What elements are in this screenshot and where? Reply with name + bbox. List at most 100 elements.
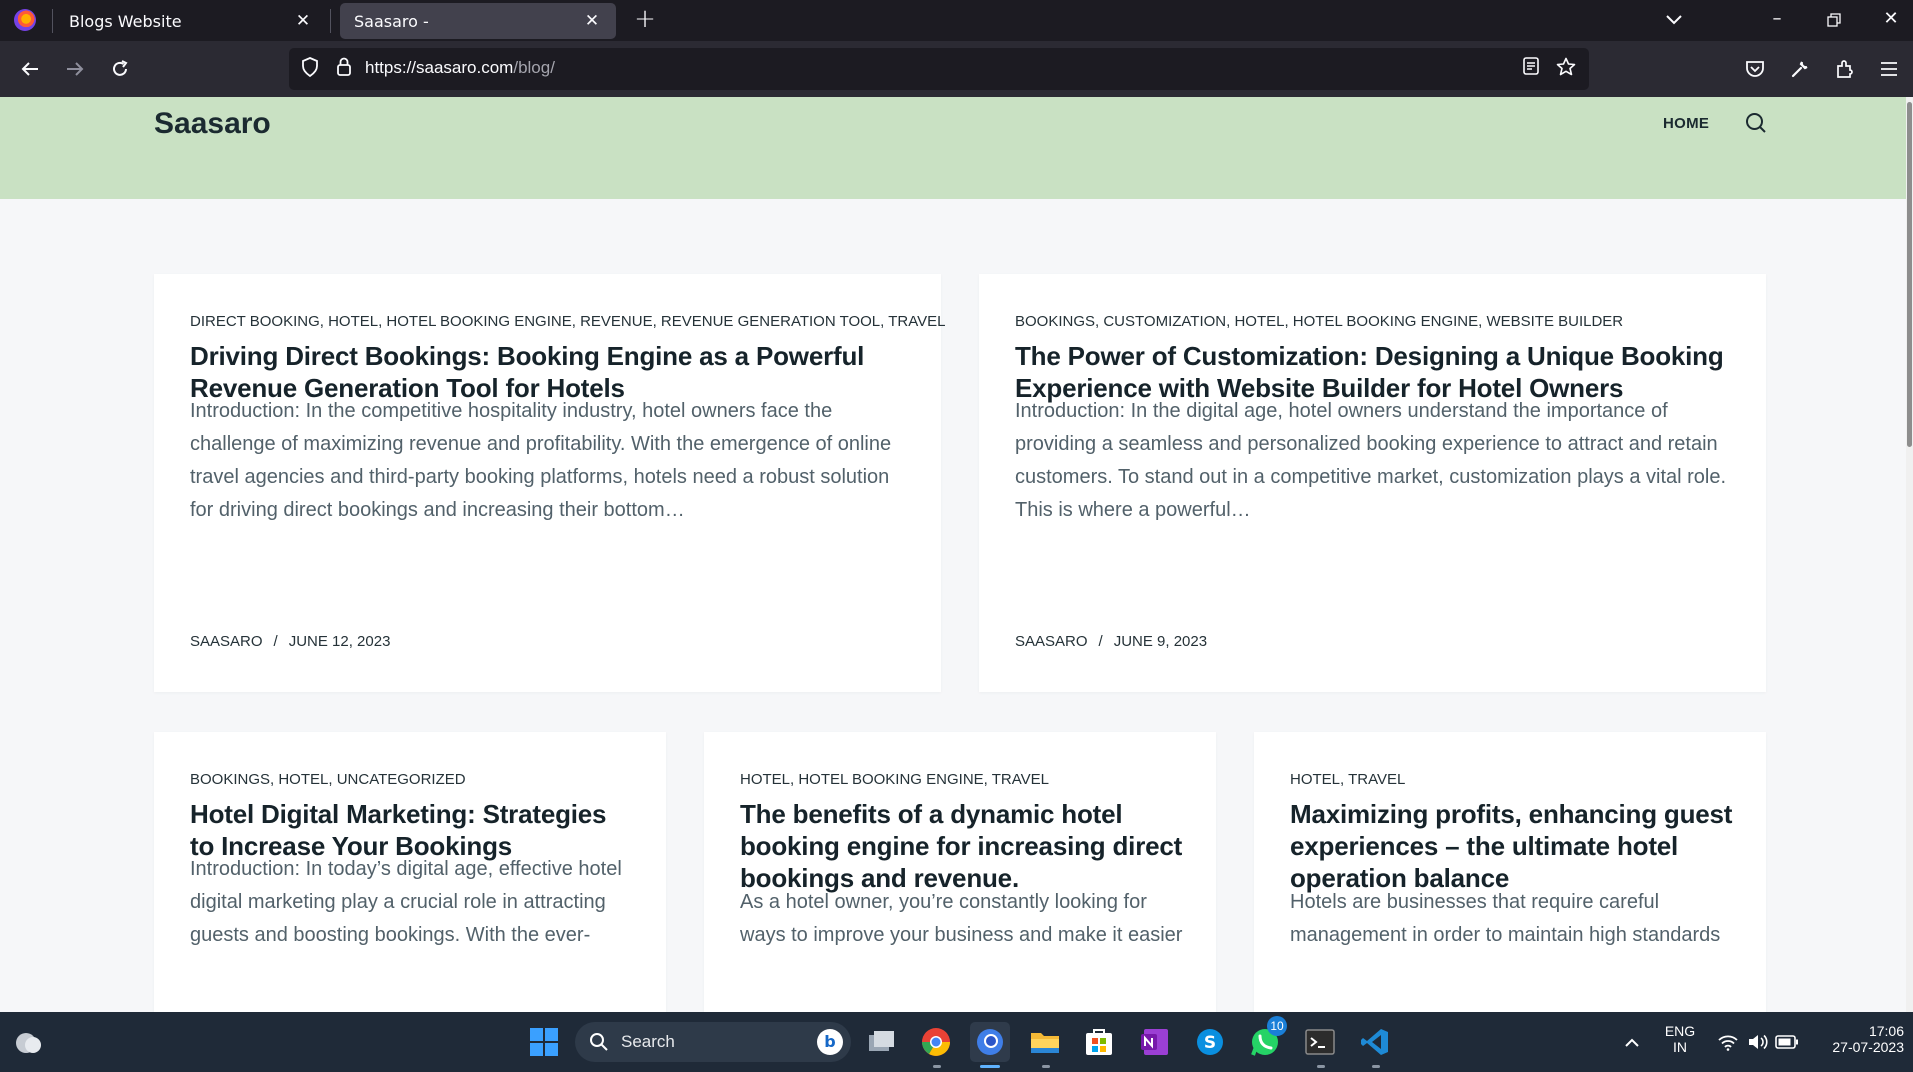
volume-icon[interactable] xyxy=(1743,1022,1773,1062)
post-author[interactable]: SAASARO xyxy=(190,633,263,650)
weather-widget-icon[interactable] xyxy=(8,1022,48,1062)
site-title[interactable]: Saasaro xyxy=(154,107,271,141)
tab-title: Saasaro - xyxy=(354,11,429,31)
list-all-tabs-chevron-icon[interactable] xyxy=(1652,0,1696,41)
post-card: BOOKINGS, HOTEL, UNCATEGORIZED Hotel Dig… xyxy=(154,732,666,1012)
post-author[interactable]: SAASARO xyxy=(1015,633,1088,650)
wifi-icon[interactable] xyxy=(1713,1022,1743,1062)
minimize-icon[interactable]: – xyxy=(1755,0,1799,41)
post-categories[interactable]: BOOKINGS, HOTEL, UNCATEGORIZED xyxy=(190,771,466,788)
bing-icon[interactable]: b xyxy=(817,1029,843,1055)
post-excerpt: Introduction: In the competitive hospita… xyxy=(190,395,891,527)
search-label: Search xyxy=(621,1032,675,1051)
post-categories[interactable]: BOOKINGS, CUSTOMIZATION, HOTEL, HOTEL BO… xyxy=(1015,313,1623,330)
reload-icon[interactable] xyxy=(104,53,136,85)
post-card: BOOKINGS, CUSTOMIZATION, HOTEL, HOTEL BO… xyxy=(979,274,1766,692)
clock[interactable]: 17:06 27-07-2023 xyxy=(1810,1023,1910,1055)
post-title[interactable]: Maximizing profits, enhancing guest expe… xyxy=(1290,798,1732,894)
tab-saasaro[interactable]: Saasaro - ✕ xyxy=(340,3,616,39)
whatsapp-icon[interactable]: 10 xyxy=(1245,1016,1287,1062)
lock-icon[interactable] xyxy=(332,57,356,81)
excerpt-line: challenge of maximizing revenue and prof… xyxy=(190,433,892,455)
address-bar[interactable]: https://saasaro.com/blog/ xyxy=(289,48,1589,90)
post-excerpt: Introduction: In the digital age, hotel … xyxy=(1015,395,1726,527)
vscode-icon[interactable] xyxy=(1355,1022,1395,1062)
svg-text:S: S xyxy=(1204,1033,1216,1053)
terminal-icon[interactable] xyxy=(1300,1022,1340,1062)
language-code: ENG xyxy=(1664,1023,1696,1039)
shield-icon[interactable] xyxy=(298,57,322,81)
search-icon xyxy=(589,1032,609,1056)
chrome-icon[interactable] xyxy=(916,1022,956,1062)
post-card: HOTEL, TRAVEL Maximizing profits, enhanc… xyxy=(1254,732,1766,1012)
tab-title: Blogs Website xyxy=(69,11,182,31)
file-explorer-icon[interactable] xyxy=(1025,1022,1065,1062)
task-view-icon[interactable] xyxy=(862,1022,902,1062)
post-title-line: The benefits of a dynamic hotel xyxy=(740,799,1123,829)
search-icon[interactable] xyxy=(1744,111,1768,135)
excerpt-line: customers. To stand out in a competitive… xyxy=(1015,466,1727,488)
excerpt-line: Introduction: In the competitive hospita… xyxy=(190,400,833,422)
microsoft-store-icon[interactable] xyxy=(1079,1022,1119,1062)
close-tab-icon[interactable]: ✕ xyxy=(582,11,602,31)
hamburger-menu-icon[interactable] xyxy=(1873,53,1905,85)
show-hidden-icons-chevron-icon[interactable] xyxy=(1615,1022,1649,1062)
post-title[interactable]: The benefits of a dynamic hotel booking … xyxy=(740,798,1182,894)
skype-icon[interactable]: S xyxy=(1190,1022,1230,1062)
windows-start-icon[interactable] xyxy=(524,1022,564,1062)
close-tab-icon[interactable]: ✕ xyxy=(293,11,313,31)
battery-icon[interactable] xyxy=(1772,1022,1802,1062)
clock-date: 27-07-2023 xyxy=(1832,1039,1904,1055)
pocket-icon[interactable] xyxy=(1739,53,1771,85)
active-app-indicator xyxy=(980,1065,1000,1068)
excerpt-line: As a hotel owner, you’re constantly look… xyxy=(740,891,1147,913)
wrench-icon[interactable] xyxy=(1784,53,1816,85)
excerpt-line: for driving direct bookings and increasi… xyxy=(190,499,685,521)
post-title-line: The Power of Customization: Designing a … xyxy=(1015,341,1724,371)
url-text: https://saasaro.com/blog/ xyxy=(365,58,555,78)
post-categories[interactable]: DIRECT BOOKING, HOTEL, HOTEL BOOKING ENG… xyxy=(190,313,945,330)
tab-blogs-website[interactable]: Blogs Website ✕ xyxy=(52,3,331,39)
excerpt-line: providing a seamless and personalized bo… xyxy=(1015,433,1718,455)
post-title-line: Driving Direct Bookings: Booking Engine … xyxy=(190,341,865,371)
post-categories[interactable]: HOTEL, TRAVEL xyxy=(1290,771,1405,788)
extensions-puzzle-icon[interactable] xyxy=(1829,53,1861,85)
excerpt-line: travel agencies and third-party booking … xyxy=(190,466,890,488)
browser-nav-bar: https://saasaro.com/blog/ xyxy=(0,41,1913,97)
post-categories[interactable]: HOTEL, HOTEL BOOKING ENGINE, TRAVEL xyxy=(740,771,1049,788)
web-page: Saasaro HOME DIRECT BOOKING, HOTEL, HOTE… xyxy=(0,97,1906,1012)
post-excerpt: As a hotel owner, you’re constantly look… xyxy=(740,886,1182,952)
post-card: DIRECT BOOKING, HOTEL, HOTEL BOOKING ENG… xyxy=(154,274,945,692)
onenote-icon[interactable] xyxy=(1135,1022,1175,1062)
running-indicator xyxy=(1372,1065,1380,1068)
excerpt-line: management in order to maintain high sta… xyxy=(1290,924,1721,946)
post-card: HOTEL, HOTEL BOOKING ENGINE, TRAVEL The … xyxy=(704,732,1216,1012)
taskbar-search-box[interactable]: Search b xyxy=(575,1022,851,1062)
firefox-taskbar-icon[interactable] xyxy=(970,1022,1010,1062)
post-date[interactable]: JUNE 9, 2023 xyxy=(1114,633,1207,650)
scrollbar-thumb[interactable] xyxy=(1907,102,1912,447)
excerpt-line: guests and boosting bookings. With the e… xyxy=(190,924,591,946)
reader-view-icon[interactable] xyxy=(1519,57,1543,81)
post-date[interactable]: JUNE 12, 2023 xyxy=(289,633,391,650)
clock-time: 17:06 xyxy=(1868,1023,1904,1039)
browser-tab-bar: Blogs Website ✕ Saasaro - ✕ + – ✕ xyxy=(0,0,1913,41)
input-language[interactable]: ENG IN xyxy=(1660,1023,1700,1055)
excerpt-line: digital marketing play a crucial role in… xyxy=(190,891,606,913)
firefox-logo-icon[interactable] xyxy=(14,9,36,31)
windows-taskbar: Search b S 10 ENG IN 17:06 27-07-2023 xyxy=(0,1012,1913,1072)
running-indicator xyxy=(1317,1065,1325,1068)
url-path: /blog/ xyxy=(513,58,555,77)
running-indicator xyxy=(933,1065,941,1068)
post-title-line: Hotel Digital Marketing: Strategies xyxy=(190,799,607,829)
post-meta: SAASARO / JUNE 12, 2023 xyxy=(190,633,390,650)
new-tab-plus-icon[interactable]: + xyxy=(630,5,660,35)
restore-icon[interactable] xyxy=(1812,0,1856,41)
bookmark-star-icon[interactable] xyxy=(1554,57,1578,81)
forward-arrow-icon[interactable] xyxy=(59,53,91,85)
back-arrow-icon[interactable] xyxy=(14,53,46,85)
post-title-line: booking engine for increasing direct xyxy=(740,831,1183,861)
nav-link-home[interactable]: HOME xyxy=(1663,115,1709,132)
excerpt-line: Hotels are businesses that require caref… xyxy=(1290,891,1660,913)
close-window-icon[interactable]: ✕ xyxy=(1869,0,1913,41)
